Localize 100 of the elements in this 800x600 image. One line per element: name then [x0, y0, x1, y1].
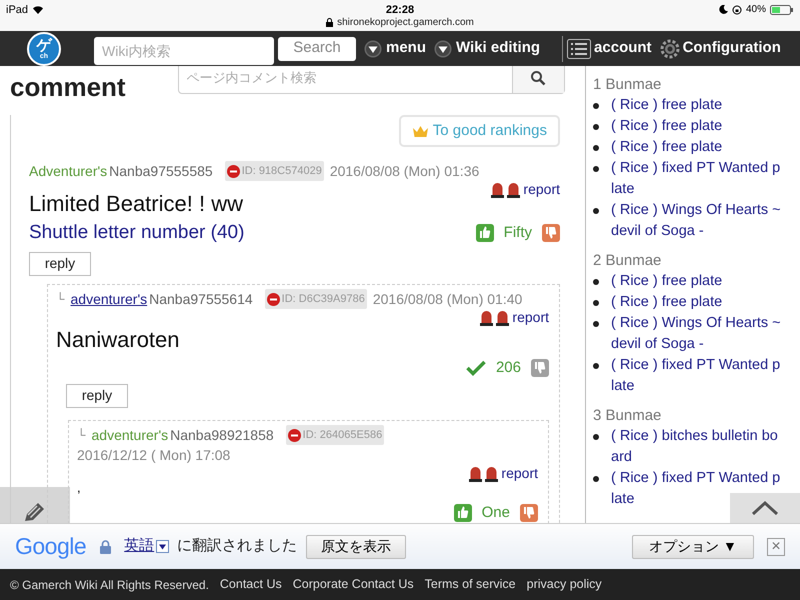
comment-text: ,: [77, 479, 81, 497]
siren-icon: [485, 466, 498, 482]
sidebar-link[interactable]: ( Rice ) free plate: [611, 95, 783, 116]
vote-count: Fifty: [504, 223, 532, 243]
reply-button[interactable]: reply: [66, 384, 128, 408]
dropdown-icon: [156, 540, 170, 553]
sidebar-heading: 3 Bunmae: [593, 406, 662, 426]
lock-icon: [100, 540, 112, 554]
bullet-icon: [593, 476, 599, 482]
bullet-icon: [593, 321, 599, 327]
bullet-icon: [593, 166, 599, 172]
timestamp: 2016/12/12 ( Mon) 17:08: [77, 446, 230, 465]
bullet-icon: [593, 363, 599, 369]
chevron-up-icon: [751, 500, 779, 516]
sidebar-link[interactable]: ( Rice ) free plate: [611, 116, 783, 137]
thumbs-down-icon: [531, 359, 549, 378]
report-link[interactable]: report: [480, 307, 549, 328]
search-submit-button[interactable]: [512, 66, 564, 93]
footer-link[interactable]: Terms of service: [424, 575, 516, 594]
lock-icon: [326, 18, 334, 27]
bullet-icon: [593, 434, 599, 440]
author-name: Nanba98921858: [170, 426, 274, 445]
language-select[interactable]: 英語: [124, 535, 170, 558]
translate-message: に翻訳されました: [177, 536, 298, 556]
sidebar-link[interactable]: ( Rice ) fixed PT Wanted plate: [611, 355, 783, 397]
reply-marker: └: [77, 427, 86, 444]
account-button[interactable]: account: [567, 37, 652, 60]
report-link[interactable]: report: [469, 463, 538, 484]
sidebar-link[interactable]: ( Rice ) Wings Of Hearts ~ devil of Soga -: [611, 200, 783, 242]
sidebar-link[interactable]: ( Rice ) bitches bulletin board: [611, 426, 783, 468]
comment-text: Limited Beatrice! ! ww: [29, 190, 243, 218]
footer-link[interactable]: privacy policy: [526, 575, 602, 594]
search-field[interactable]: Wiki内検索: [94, 36, 274, 64]
comment-search-field[interactable]: ページ内コメント検索: [178, 66, 512, 93]
vote-count: One: [482, 503, 510, 523]
author-name: Nanba97555614: [149, 290, 253, 309]
search-button[interactable]: Search: [278, 36, 356, 60]
siren-icon: [480, 310, 494, 326]
bullet-icon: [593, 279, 599, 285]
reply-marker: └: [56, 291, 65, 308]
vote-count: 206: [496, 358, 521, 378]
author-name: Nanba97555585: [109, 162, 213, 181]
bullet-icon: [593, 145, 599, 151]
edit-floating-button[interactable]: [0, 487, 70, 523]
wiki-editing-button[interactable]: Wiki editing: [434, 37, 540, 60]
clock: 22:28: [386, 4, 414, 16]
no-entry-icon: [266, 292, 280, 306]
siren-icon: [491, 182, 504, 198]
copyright-text: © Gamerch Wiki All Rights Reserved.: [10, 576, 209, 594]
device-name: iPad: [6, 3, 28, 18]
close-button[interactable]: ×: [767, 538, 785, 556]
wifi-icon: [32, 5, 44, 16]
bullet-icon: [593, 103, 599, 109]
sidebar-link[interactable]: ( Rice ) free plate: [611, 271, 783, 292]
id-badge: ID: D6C39A9786: [264, 289, 367, 309]
comment-link[interactable]: Shuttle letter number (40): [29, 219, 244, 248]
sidebar-link[interactable]: ( Rice ) fixed PT Wanted plate: [611, 468, 783, 510]
list-icon: [567, 38, 592, 58]
sidebar-heading: 1 Bunmae: [593, 75, 662, 95]
bullet-icon: [593, 208, 599, 214]
sidebar-link[interactable]: ( Rice ) free plate: [611, 137, 783, 158]
google-logo: Google: [15, 532, 86, 562]
author-link[interactable]: adventurer's: [70, 289, 148, 309]
dropdown-icon: [364, 40, 382, 58]
id-badge: ID: 918C574029: [224, 161, 324, 181]
thumbs-down-icon: [520, 504, 538, 522]
crown-icon: [412, 124, 429, 138]
id-badge: ID: 264065E586: [286, 425, 384, 445]
sidebar-heading: 2 Bunmae: [593, 251, 662, 271]
siren-icon: [496, 310, 510, 326]
search-icon: [530, 70, 546, 86]
moon-icon: [718, 5, 728, 14]
rotation-lock-icon: [732, 4, 742, 14]
bullet-icon: [593, 300, 599, 306]
siren-icon: [507, 182, 520, 198]
sidebar-link[interactable]: ( Rice ) Wings Of Hearts ~ devil of Soga -: [611, 313, 783, 355]
sidebar-link[interactable]: ( Rice ) free plate: [611, 292, 783, 313]
thumbs-down-icon: [542, 224, 560, 242]
comment-search-bar[interactable]: ページ内コメント検索: [178, 66, 565, 94]
settings-icon: [660, 38, 680, 58]
section-title: comment: [10, 71, 126, 104]
footer-link[interactable]: Corporate Contact Us: [292, 575, 414, 594]
menu-button[interactable]: menu: [364, 37, 426, 60]
dropdown-icon: [434, 40, 452, 58]
battery-icon: [770, 4, 794, 14]
show-original-button[interactable]: 原文を表示: [306, 534, 406, 558]
footer-link[interactable]: Contact Us: [220, 575, 282, 594]
bullet-icon: [593, 124, 599, 130]
scroll-top-button[interactable]: [730, 493, 800, 523]
no-entry-icon: [288, 428, 301, 442]
timestamp: 2016/08/08 (Mon) 01:40: [372, 290, 522, 309]
report-link[interactable]: report: [491, 179, 560, 200]
no-entry-icon: [226, 164, 240, 178]
comment-text: Naniwaroten: [56, 326, 180, 354]
options-button[interactable]: オプション ▼: [632, 534, 754, 558]
sidebar-link[interactable]: ( Rice ) fixed PT Wanted plate: [611, 158, 783, 200]
configuration-button[interactable]: Configuration: [660, 37, 781, 60]
siren-icon: [469, 466, 482, 482]
url-text: shironekoproject.gamerch.com: [337, 16, 474, 30]
reply-button[interactable]: reply: [29, 252, 91, 276]
